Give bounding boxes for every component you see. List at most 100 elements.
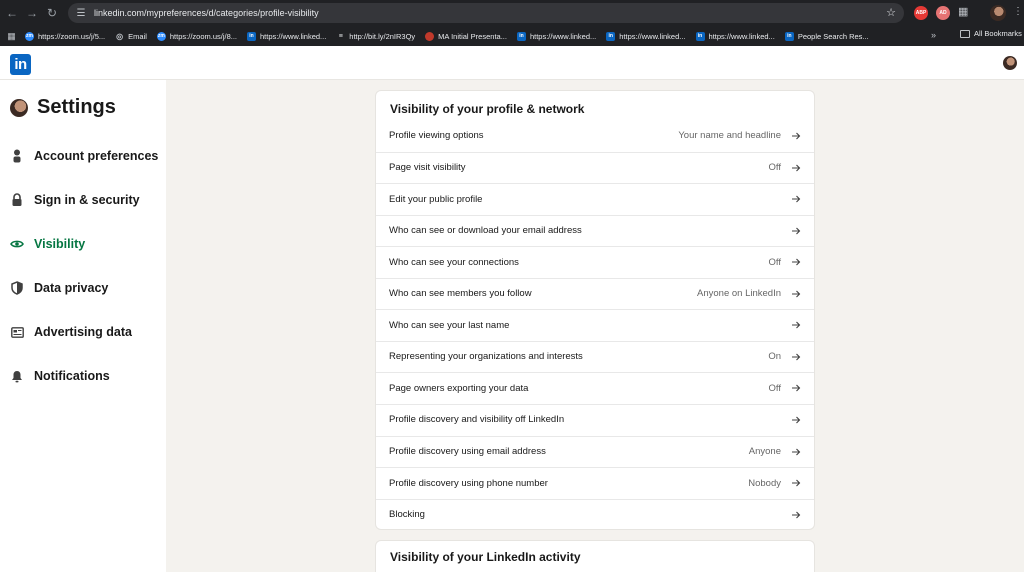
folder-icon: [960, 29, 970, 38]
bitly-icon: ≡: [338, 32, 343, 40]
all-bookmarks-button[interactable]: All Bookmarks: [960, 29, 1022, 38]
ma-icon: [425, 31, 435, 41]
extensions-puzzle-icon[interactable]: ▦: [958, 5, 968, 18]
newspaper-icon: [10, 325, 24, 339]
bookmark-item[interactable]: zm https://zoom.us/j/8...: [156, 31, 238, 41]
linkedin-icon: in: [516, 31, 526, 41]
linkedin-header: in: [0, 46, 1024, 80]
sidebar-item-account-preferences[interactable]: Account preferences: [10, 146, 158, 166]
setting-label: Profile viewing options: [389, 130, 484, 141]
bookmarks-overflow-icon[interactable]: »: [931, 30, 936, 40]
bookmark-label: https://www.linked...: [260, 31, 327, 41]
bookmark-item[interactable]: in People Search Res...: [784, 31, 869, 41]
setting-row[interactable]: Page owners exporting your data Off: [376, 372, 814, 403]
bookmark-item[interactable]: ◎ Email: [115, 32, 147, 41]
linkedin-icon: in: [606, 31, 616, 41]
sidebar-item-label: Advertising data: [34, 325, 132, 339]
setting-row[interactable]: Who can see your connections Off: [376, 246, 814, 277]
setting-row[interactable]: Profile discovery using phone number Nobo…: [376, 467, 814, 498]
bookmark-item[interactable]: MA Initial Presenta...: [425, 31, 507, 41]
setting-row[interactable]: Edit your public profile: [376, 183, 814, 214]
bookmark-item[interactable]: in https://www.linked...: [516, 31, 596, 41]
setting-row[interactable]: Profile discovery using email address Any…: [376, 435, 814, 467]
bookmark-item[interactable]: in https://www.linked...: [247, 31, 327, 41]
bookmark-label: https://zoom.us/j/8...: [169, 31, 238, 41]
setting-row[interactable]: Profile viewing options Your name and hea…: [376, 120, 814, 151]
globe-icon: ◎: [116, 31, 124, 41]
person-icon: [10, 149, 24, 163]
bell-icon: [10, 369, 24, 383]
settings-sidebar: Settings Account preferences Sign in & s…: [0, 80, 166, 572]
setting-row[interactable]: Who can see members you follow Anyone on …: [376, 277, 814, 309]
setting-value: Nobody: [748, 477, 781, 489]
arrow-right-icon: [792, 385, 801, 392]
setting-row[interactable]: Who can see your last name: [376, 309, 814, 340]
arrow-right-icon: [792, 353, 801, 361]
sidebar-item-visibility[interactable]: Visibility: [10, 234, 85, 254]
back-icon[interactable]: ←: [2, 0, 22, 26]
bookmark-label: http://bit.ly/2nIR3Qy: [349, 31, 416, 41]
setting-row[interactable]: Who can see or download your email addre…: [376, 214, 814, 246]
bookmark-label: https://zoom.us/j/5...: [38, 31, 106, 41]
page-title: Settings: [37, 96, 116, 118]
setting-value: Anyone on LinkedIn: [697, 288, 781, 300]
browser-profile-avatar[interactable]: [990, 5, 1006, 21]
linkedin-icon: in: [784, 31, 794, 41]
zoom-icon: zm: [156, 31, 166, 41]
site-info-icon[interactable]: ☰: [73, 6, 89, 20]
arrow-right-icon: [792, 132, 801, 139]
setting-row[interactable]: Representing your organizations and inte…: [376, 340, 814, 372]
arrow-right-icon: [792, 479, 801, 487]
bookmark-item[interactable]: ≡ http://bit.ly/2nIR3Qy: [336, 32, 415, 41]
extension-icon[interactable]: AD: [936, 6, 950, 20]
adblock-extension-icon[interactable]: ABP: [914, 6, 928, 20]
sidebar-item-label: Notifications: [34, 369, 110, 383]
linkedin-activity-visibility-card: Visibility of your LinkedIn activity: [375, 540, 815, 572]
setting-label: Profile discovery and visibility off Lin…: [389, 414, 565, 426]
sidebar-item-sign-in-security[interactable]: Sign in & security: [10, 190, 140, 210]
arrow-right-icon: [792, 511, 801, 518]
bookmarks-bar: ▦ zm https://zoom.us/j/5... ◎ Email zm https:…: [0, 26, 1024, 46]
bookmark-item[interactable]: in https://www.linked...: [606, 31, 686, 41]
all-bookmarks-label: All Bookmarks: [974, 29, 1022, 38]
setting-value: Off: [768, 162, 782, 174]
bookmark-star-icon[interactable]: ☆: [886, 6, 896, 19]
setting-value: Off: [768, 256, 782, 268]
section-title: Visibility of your LinkedIn activity: [390, 550, 581, 564]
bookmark-item[interactable]: in https://www.linked...: [695, 31, 775, 41]
bookmark-item[interactable]: zm https://zoom.us/j/5...: [25, 31, 106, 41]
setting-label: Profile discovery using phone number: [389, 477, 548, 489]
sidebar-item-data-privacy[interactable]: Data privacy: [10, 278, 108, 298]
setting-row[interactable]: Profile discovery and visibility off Lin…: [376, 403, 814, 435]
setting-label: Who can see your connections: [389, 256, 519, 268]
sidebar-item-label: Visibility: [34, 237, 86, 251]
url-text[interactable]: linkedin.com/mypreferences/d/categories/…: [94, 8, 319, 18]
sidebar-item-notifications[interactable]: Notifications: [10, 366, 110, 386]
setting-label: Who can see members you follow: [389, 288, 532, 300]
setting-label: Profile discovery using email address: [389, 446, 546, 457]
linkedin-logo[interactable]: in: [10, 54, 31, 75]
bookmark-label: https://www.linked...: [619, 31, 686, 41]
arrow-right-icon: [792, 227, 801, 235]
arrow-right-icon: [792, 195, 801, 203]
setting-value: Anyone: [748, 446, 781, 457]
address-bar[interactable]: ☰ linkedin.com/mypreferences/d/categorie…: [68, 3, 904, 23]
me-avatar[interactable]: [1003, 56, 1017, 70]
arrow-right-icon: [792, 321, 801, 329]
forward-icon[interactable]: →: [22, 0, 42, 26]
bookmark-label: https://www.linked...: [708, 31, 775, 41]
setting-row[interactable]: Blocking: [376, 498, 814, 530]
sidebar-item-label: Sign in & security: [34, 193, 140, 207]
sidebar-item-advertising-data[interactable]: Advertising data: [10, 322, 132, 342]
browser-toolbar: ← → ↻ ☰ linkedin.com/mypreferences/d/cat…: [0, 0, 1024, 26]
reload-icon[interactable]: ↻: [42, 0, 62, 26]
setting-row[interactable]: Page visit visibility Off: [376, 151, 814, 183]
arrow-right-icon: [792, 164, 801, 171]
section-title: Visibility of your profile & network: [390, 102, 585, 116]
avatar: [10, 98, 28, 117]
setting-label: Who can see your last name: [389, 319, 510, 331]
sidebar-item-label: Data privacy: [34, 281, 109, 295]
browser-menu-icon[interactable]: ⋮: [1013, 6, 1023, 17]
apps-grid-icon[interactable]: ▦: [6, 31, 17, 42]
setting-label: Page visit visibility: [389, 162, 466, 174]
